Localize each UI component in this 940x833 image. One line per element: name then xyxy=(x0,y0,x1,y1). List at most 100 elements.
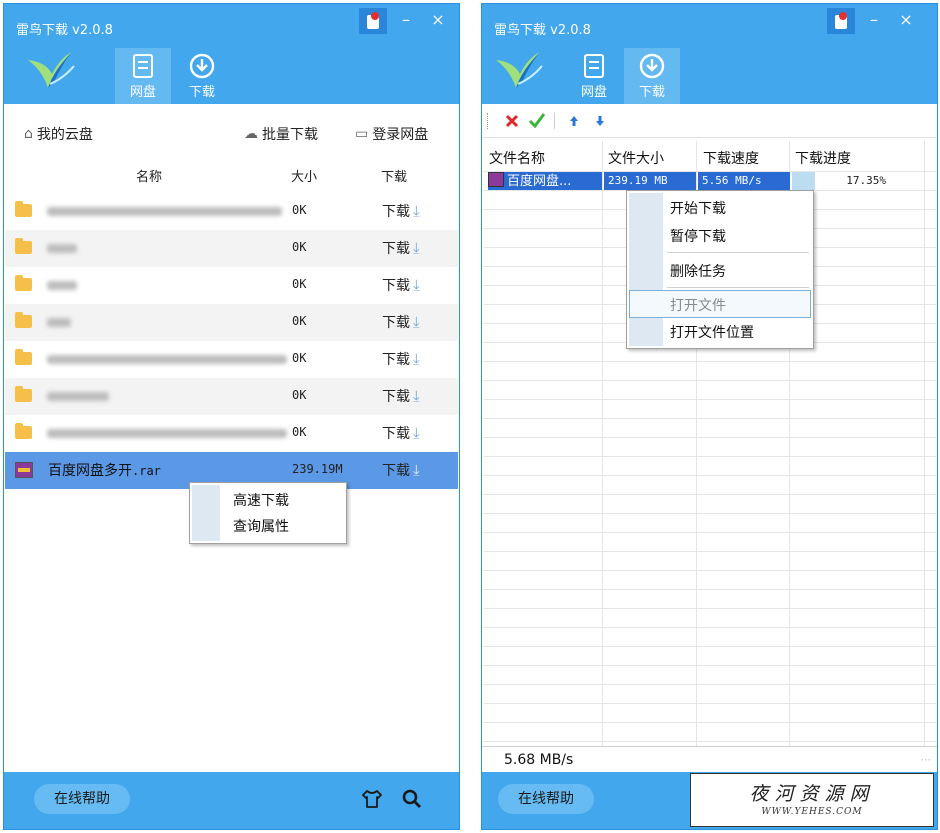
task-speed: 5.56 MB/s xyxy=(698,172,790,190)
row-size: 0K xyxy=(292,314,307,328)
column-download[interactable]: 下载 xyxy=(381,166,407,185)
close-button[interactable]: × xyxy=(892,8,920,34)
download-circle-icon xyxy=(639,53,665,79)
row-size: 0K xyxy=(292,425,307,439)
column-size[interactable]: 大小 xyxy=(291,166,317,185)
menu-item-pause[interactable]: 暂停下载 xyxy=(670,226,726,246)
grid-row-line xyxy=(483,703,936,704)
column-name[interactable]: 名称 xyxy=(136,166,162,185)
download-circle-icon xyxy=(189,53,215,79)
monitor-icon: ▭ xyxy=(355,126,369,142)
column-file-size[interactable]: 文件大小 xyxy=(608,148,664,168)
folder-icon xyxy=(15,312,32,328)
login-disk-label: 登录网盘 xyxy=(372,127,429,143)
blurred-folder-name xyxy=(47,392,109,401)
skin-icon[interactable] xyxy=(359,8,387,34)
check-icon[interactable] xyxy=(528,112,546,129)
menu-gutter xyxy=(192,485,220,541)
blurred-folder-name xyxy=(47,355,287,364)
column-speed[interactable]: 下载速度 xyxy=(703,148,759,168)
login-disk-button[interactable]: ▭ 登录网盘 xyxy=(355,124,428,144)
home-icon: ⌂ xyxy=(24,126,33,142)
tshirt-skin-icon[interactable] xyxy=(361,789,383,809)
row-size: 0K xyxy=(292,277,307,291)
row-download-button[interactable]: 下载 ⤓ xyxy=(382,386,420,406)
delete-icon[interactable] xyxy=(504,113,520,129)
minimize-button[interactable]: – xyxy=(860,8,888,34)
minimize-button[interactable]: – xyxy=(392,8,420,34)
footer-bar: 在线帮助 xyxy=(4,772,459,829)
menu-item-properties[interactable]: 查询属性 xyxy=(233,516,289,536)
grid-row-line xyxy=(483,589,936,590)
tab-disk[interactable]: 网盘 xyxy=(115,48,171,104)
batch-download-label: 批量下载 xyxy=(262,127,318,143)
table-row[interactable]: 0K 下载 ⤓ xyxy=(5,378,458,415)
menu-item-delete[interactable]: 删除任务 xyxy=(670,261,726,281)
left-window: 雷鸟下载 v2.0.8 – × 网盘 下载 ⌂ 我的云盘 ☁ 批量下载 ▭ 登录… xyxy=(3,3,460,830)
download-arrow-icon: ⤓ xyxy=(413,202,420,220)
batch-download-button[interactable]: ☁ 批量下载 xyxy=(244,124,318,144)
row-download-button[interactable]: 下载 ⤓ xyxy=(382,460,420,480)
table-row[interactable]: 0K 下载 ⤓ xyxy=(5,230,458,267)
disk-icon xyxy=(133,54,153,78)
help-button[interactable]: 在线帮助 xyxy=(498,784,594,814)
table-row[interactable]: 0K 下载 ⤓ xyxy=(5,304,458,341)
grid-row-line xyxy=(483,608,936,609)
row-download-label: 下载 xyxy=(382,426,410,442)
grid-row-line xyxy=(483,513,936,514)
app-logo-icon xyxy=(28,52,75,88)
toolbar xyxy=(482,105,937,138)
tab-download[interactable]: 下载 xyxy=(174,48,230,104)
down-icon[interactable] xyxy=(595,115,605,127)
column-progress[interactable]: 下载进度 xyxy=(795,148,851,168)
column-file-name[interactable]: 文件名称 xyxy=(489,148,545,168)
blurred-folder-name xyxy=(47,429,287,438)
menu-item-fast-download[interactable]: 高速下载 xyxy=(233,490,289,510)
table-row[interactable]: 0K 下载 ⤓ xyxy=(5,193,458,230)
row-download-button[interactable]: 下载 ⤓ xyxy=(382,312,420,332)
tab-disk-label: 网盘 xyxy=(129,85,156,100)
row-download-button[interactable]: 下载 ⤓ xyxy=(382,238,420,258)
row-download-label: 下载 xyxy=(382,315,410,331)
table-row[interactable]: 0K 下载 ⤓ xyxy=(5,267,458,304)
tab-disk[interactable]: 网盘 xyxy=(566,48,622,104)
tab-download[interactable]: 下载 xyxy=(624,48,680,104)
menu-item-start[interactable]: 开始下载 xyxy=(670,198,726,218)
close-button[interactable]: × xyxy=(424,8,452,34)
help-button[interactable]: 在线帮助 xyxy=(34,784,130,814)
resize-grip-icon[interactable]: ⋯ xyxy=(921,755,931,766)
download-arrow-icon: ⤓ xyxy=(413,387,420,405)
menu-item-open-location[interactable]: 打开文件位置 xyxy=(670,322,754,342)
row-download-label: 下载 xyxy=(382,463,410,479)
row-download-button[interactable]: 下载 ⤓ xyxy=(382,423,420,443)
row-download-button[interactable]: 下载 ⤓ xyxy=(382,201,420,221)
tab-disk-label: 网盘 xyxy=(580,85,607,100)
up-icon[interactable] xyxy=(569,115,579,127)
table-row[interactable]: 0K 下载 ⤓ xyxy=(5,415,458,452)
download-arrow-icon: ⤓ xyxy=(413,461,420,479)
my-cloud-label: 我的云盘 xyxy=(36,127,93,143)
menu-item-open-file[interactable]: 打开文件 xyxy=(670,295,726,315)
task-size: 239.19 MB xyxy=(604,172,696,190)
download-arrow-icon: ⤓ xyxy=(413,424,420,442)
title-bar: 雷鸟下载 v2.0.8 – × 网盘 下载 xyxy=(482,4,937,104)
row-download-button[interactable]: 下载 ⤓ xyxy=(382,275,420,295)
my-cloud-link[interactable]: ⌂ 我的云盘 xyxy=(24,124,93,144)
table-row[interactable]: 0K 下载 ⤓ xyxy=(5,341,458,378)
row-download-label: 下载 xyxy=(382,241,410,257)
skin-icon[interactable] xyxy=(827,8,855,34)
grid-row-line xyxy=(483,627,936,628)
row-download-label: 下载 xyxy=(382,278,410,294)
task-name-cell: 百度网盘... xyxy=(488,172,602,190)
grid-row-line xyxy=(483,722,936,723)
grid-row-line xyxy=(483,570,936,571)
folder-icon xyxy=(15,423,32,439)
search-icon[interactable] xyxy=(401,788,423,810)
grid-row-line xyxy=(483,399,936,400)
row-download-button[interactable]: 下载 ⤓ xyxy=(382,349,420,369)
grid-row-line xyxy=(483,646,936,647)
title-bar: 雷鸟下载 v2.0.8 – × 网盘 下载 xyxy=(4,4,459,104)
watermark-logo: 夜河资源网 WWW.YEHES.COM xyxy=(690,773,934,827)
right-window: 雷鸟下载 v2.0.8 – × 网盘 下载 文件名称 文件大小 下载速度 下载进… xyxy=(481,3,938,830)
task-context-menu: 开始下载 暂停下载 删除任务 打开文件 打开文件位置 xyxy=(626,190,814,349)
